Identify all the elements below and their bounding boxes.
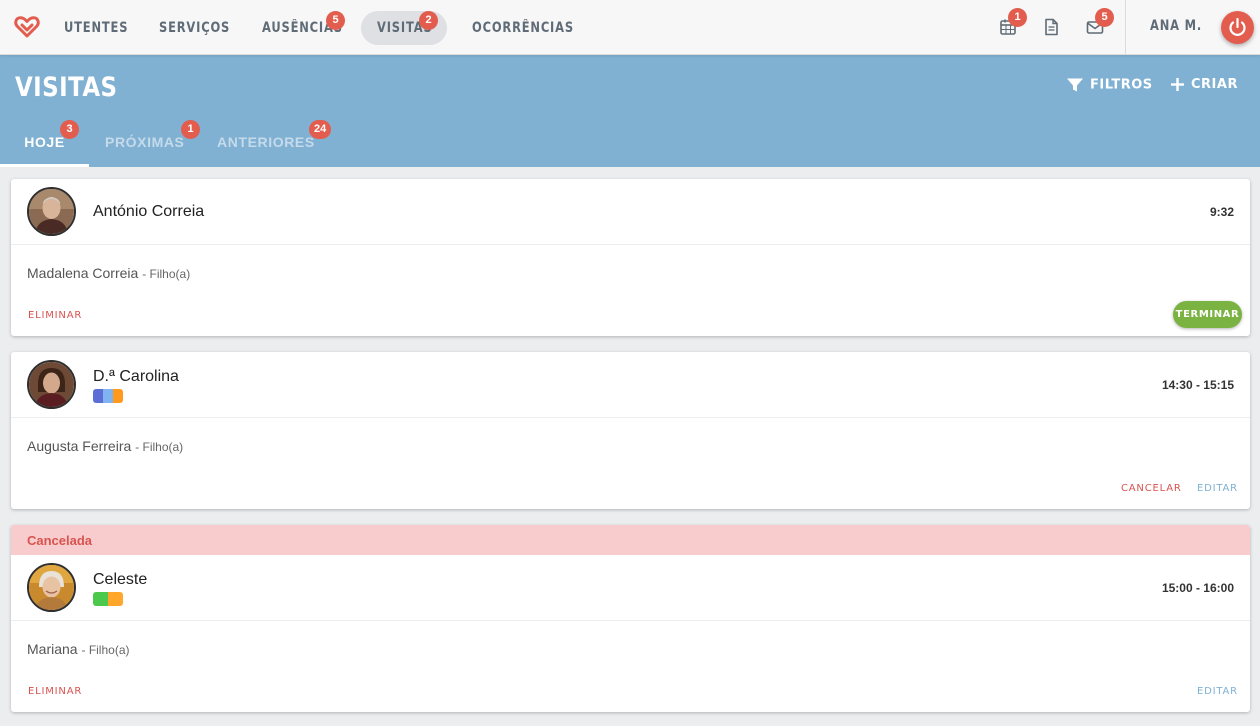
document-icon[interactable]: [1040, 16, 1062, 38]
delete-button[interactable]: ELIMINAR: [28, 686, 82, 697]
create-button[interactable]: CRIAR: [1170, 77, 1238, 97]
nav-utentes-label: UTENTES: [64, 20, 129, 36]
tab-hoje-label: HOJE: [24, 134, 65, 150]
finish-button[interactable]: TERMINAR: [1173, 301, 1242, 328]
patient-name: António Correia: [93, 203, 205, 220]
logout-button[interactable]: [1221, 11, 1254, 44]
patient-name: D.ª Carolina: [93, 368, 179, 385]
calendar-badge: 1: [1008, 8, 1027, 27]
power-icon: [1229, 17, 1246, 36]
nav-servicos-label: SERVIÇOS: [159, 20, 231, 36]
filter-icon: [1067, 78, 1083, 92]
cancelled-banner: Cancelada: [11, 525, 1250, 555]
patient-name: Celeste: [93, 571, 148, 588]
visitor-info: Madalena Correia - Filho(a): [27, 265, 190, 281]
patient-avatar: [27, 187, 76, 236]
visit-card: D.ª Carolina 14:30 - 15:15 Augusta Ferre…: [11, 352, 1250, 509]
patient-avatar: [27, 360, 76, 409]
edit-button[interactable]: EDITAR: [1197, 686, 1238, 697]
plus-icon: [1171, 78, 1184, 91]
filters-label: FILTROS: [1090, 77, 1153, 93]
nav-ausencias[interactable]: AUSÊNCIAS: [246, 11, 377, 45]
nav-servicos[interactable]: SERVIÇOS: [143, 11, 262, 45]
delete-button[interactable]: ELIMINAR: [28, 310, 82, 321]
nav-visitas-badge: 2: [419, 11, 438, 30]
tag-swatch: [108, 592, 123, 606]
visitor-info: Augusta Ferreira - Filho(a): [27, 438, 183, 454]
heart-logo-icon[interactable]: [14, 15, 40, 39]
tab-hoje-badge: 3: [60, 120, 79, 139]
tab-anteriores-label: ANTERIORES: [217, 134, 315, 150]
nav-divider: [1125, 0, 1126, 55]
visitor-relation: - Filho(a): [81, 643, 130, 657]
patient-tags: [93, 592, 123, 606]
cancel-visit-button[interactable]: CANCELAR: [1121, 483, 1182, 494]
visitor-info: Mariana - Filho(a): [27, 641, 130, 657]
visitor-name: Augusta Ferreira: [27, 438, 132, 454]
edit-button[interactable]: EDITAR: [1197, 483, 1238, 494]
cancelled-status: Cancelada: [27, 533, 93, 548]
patient-avatar: [27, 563, 76, 612]
visit-card: António Correia 9:32 Madalena Correia - …: [11, 179, 1250, 336]
nav-utentes[interactable]: UTENTES: [48, 11, 158, 45]
tab-anteriores-badge: 24: [309, 120, 332, 139]
nav-ocorrencias-label: OCORRÊNCIAS: [472, 20, 574, 36]
patient-tags: [93, 389, 123, 403]
tag-swatch: [93, 592, 108, 606]
visitor-relation: - Filho(a): [142, 267, 191, 281]
visitor-name: Mariana: [27, 641, 78, 657]
top-navbar: UTENTES SERVIÇOS AUSÊNCIAS 5 VISITAS 2 O…: [0, 0, 1260, 55]
visit-card-header: António Correia 9:32: [11, 179, 1250, 245]
tag-swatch: [103, 389, 113, 403]
visit-card-header: D.ª Carolina 14:30 - 15:15: [11, 352, 1250, 418]
page-title: VISITAS: [15, 72, 118, 103]
visit-card-cancelled: Cancelada Celeste 15:00 - 16:00 Mariana …: [11, 525, 1250, 712]
filters-button[interactable]: FILTROS: [1066, 77, 1153, 97]
tag-swatch: [93, 389, 103, 403]
envelope-badge: 5: [1095, 8, 1114, 27]
nav-ocorrencias[interactable]: OCORRÊNCIAS: [456, 11, 612, 45]
visitor-name: Madalena Correia: [27, 265, 139, 281]
visit-card-header: Celeste 15:00 - 16:00: [11, 555, 1250, 621]
visit-time: 15:00 - 16:00: [1161, 581, 1234, 595]
user-name[interactable]: ANA M.: [1150, 18, 1202, 34]
tab-proximas-label: PRÓXIMAS: [105, 134, 185, 150]
nav-ausencias-badge: 5: [326, 11, 345, 30]
page-header: VISITAS FILTROS CRIAR HOJE 3 PRÓXIMAS 1 …: [0, 55, 1260, 167]
visit-time: 14:30 - 15:15: [1161, 378, 1234, 392]
tab-proximas-badge: 1: [181, 120, 200, 139]
visit-time: 9:32: [1209, 205, 1234, 219]
visitor-relation: - Filho(a): [135, 440, 184, 454]
tag-swatch: [113, 389, 123, 403]
create-label: CRIAR: [1191, 77, 1238, 92]
